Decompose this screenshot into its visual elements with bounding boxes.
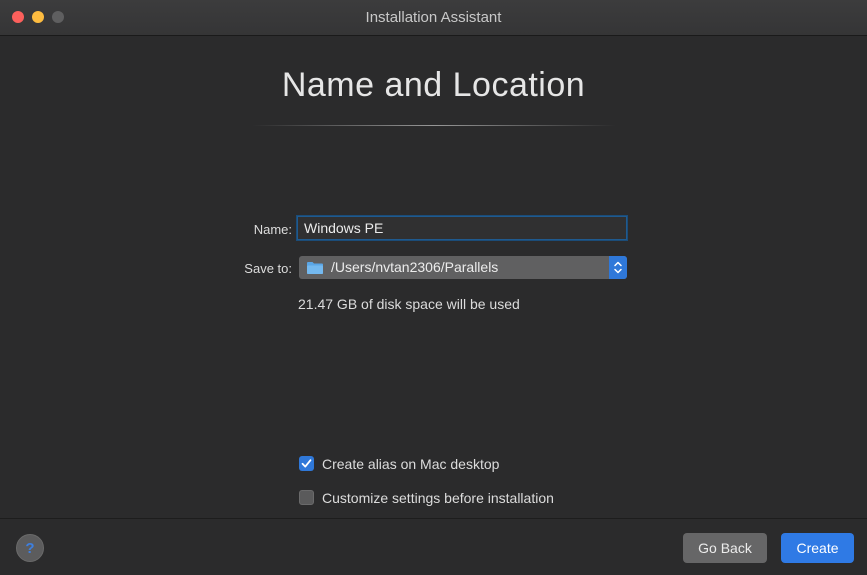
save-to-label: Save to:	[244, 261, 292, 276]
customize-settings-checkbox[interactable]	[299, 490, 314, 505]
title-bar: Installation Assistant	[0, 0, 867, 36]
folder-icon	[307, 262, 323, 274]
installation-assistant-window: Installation Assistant Name and Location…	[0, 0, 867, 575]
create-alias-label: Create alias on Mac desktop	[322, 456, 500, 472]
create-button[interactable]: Create	[781, 533, 854, 563]
popup-arrows[interactable]	[609, 256, 627, 279]
page-title: Name and Location	[281, 66, 586, 104]
name-label: Name:	[253, 222, 292, 237]
window-title: Installation Assistant	[365, 9, 502, 26]
disk-space-info: 21.47 GB of disk space will be used	[298, 296, 520, 312]
footer-bar: ? Go Back Create	[0, 519, 867, 575]
up-down-chevron-icon	[614, 261, 622, 274]
checkmark-icon	[301, 459, 312, 468]
customize-settings-label: Customize settings before installation	[322, 490, 554, 506]
help-icon: ?	[25, 540, 35, 557]
create-alias-checkbox[interactable]	[299, 456, 314, 471]
heading-divider	[252, 125, 616, 126]
save-path-text: /Users/nvtan2306/Parallels	[331, 259, 499, 275]
vm-name-input[interactable]	[297, 216, 627, 240]
go-back-button[interactable]: Go Back	[683, 533, 767, 563]
help-button[interactable]: ?	[16, 534, 44, 562]
save-location-popup[interactable]: /Users/nvtan2306/Parallels	[299, 256, 627, 279]
